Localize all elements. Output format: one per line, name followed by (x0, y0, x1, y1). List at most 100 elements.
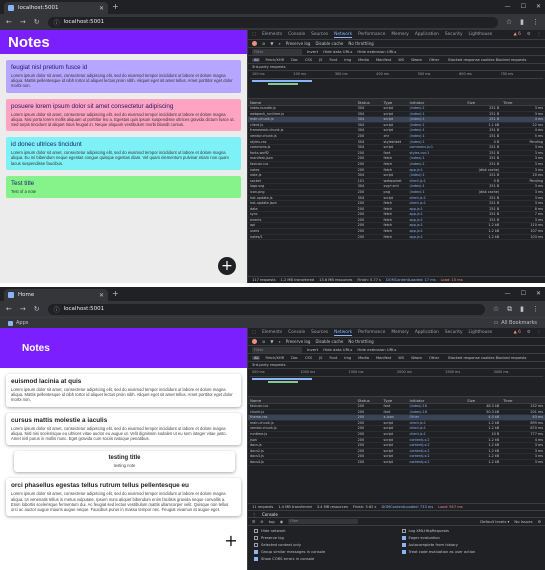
tab-performance[interactable]: Performance (358, 32, 385, 37)
site-info-icon[interactable]: ⓘ (54, 305, 60, 314)
table-cell[interactable]: (index):1 (407, 134, 465, 139)
note-card[interactable]: testing title testing note (14, 451, 235, 473)
table-cell[interactable]: (index):1 (407, 123, 465, 128)
table-cell[interactable]: app.js:1 (407, 229, 465, 234)
table-cell[interactable]: (index):1 (407, 156, 465, 161)
search-icon[interactable]: ⌕ (278, 41, 280, 46)
table-cell[interactable]: client.js:1 (407, 426, 465, 431)
filter-option[interactable]: Hide extension URLs (357, 347, 396, 352)
new-tab-icon[interactable]: + (112, 289, 119, 299)
chip-fetchxhr[interactable]: Fetch/XHR (263, 356, 286, 360)
checkbox[interactable] (254, 529, 258, 533)
console-option[interactable]: Log XMLHttpRequests (401, 528, 540, 534)
table-cell[interactable]: (index):1 (407, 117, 465, 122)
new-tab-icon[interactable]: + (112, 2, 119, 12)
search-icon[interactable]: ⌕ (278, 339, 280, 344)
toolbar-option[interactable]: Disable cache (315, 41, 343, 46)
toolbar-option[interactable]: Disable cache (315, 339, 343, 344)
tab-sources[interactable]: Sources (311, 330, 328, 335)
table-cell[interactable]: commons.js:1 (407, 145, 465, 150)
levels-dropdown[interactable]: Default levels ▾ (480, 519, 509, 524)
context-select[interactable]: top (269, 519, 275, 524)
table-cell[interactable]: app.js:1 (407, 223, 465, 228)
table-cell[interactable]: app.js:1 (407, 235, 465, 240)
table-cell[interactable]: app.js:1 (407, 168, 465, 173)
console-option[interactable]: Autocomplete from history (401, 542, 540, 548)
filter-option[interactable]: Hide data URLs (323, 49, 352, 54)
note-card[interactable]: orci phasellus egestas tellus rutrum tel… (6, 478, 241, 517)
menu-icon[interactable]: ⋮ (532, 18, 539, 26)
chip-doc[interactable]: Doc (289, 356, 300, 360)
console-filter-input[interactable]: Filter (288, 519, 359, 524)
profile-icon[interactable]: ▮ (520, 305, 524, 314)
chip-media[interactable]: Media (356, 58, 371, 62)
filter-input[interactable]: Filter (252, 48, 302, 55)
column-header[interactable]: Time (501, 397, 545, 403)
chip-other[interactable]: Other (427, 58, 441, 62)
table-cell[interactable]: (index):16 (407, 404, 465, 409)
note-card[interactable]: cursus mattis molestie a iaculis Lorem ip… (6, 412, 241, 446)
table-cell[interactable]: (index):16 (407, 410, 465, 415)
tab-network[interactable]: Network (334, 330, 353, 336)
checkbox[interactable] (254, 536, 258, 540)
settings-icon[interactable]: ⚙ (538, 519, 541, 524)
clear-icon[interactable]: ⊘ (262, 41, 265, 46)
table-cell[interactable]: app.js:1 (407, 212, 465, 217)
chip-img[interactable]: Img (342, 58, 353, 62)
table-cell[interactable]: (index):1 (407, 184, 465, 189)
note-card[interactable]: Test title Test of a note (6, 175, 241, 199)
table-cell[interactable]: (index):1 (407, 190, 465, 195)
third-party-toggle[interactable]: 3rd-party requests (248, 64, 545, 71)
chip-js[interactable]: JS (317, 356, 324, 360)
table-cell[interactable]: (index):1 (407, 162, 465, 167)
table-cell[interactable]: contentj.s:2 (407, 454, 465, 459)
minimize-icon[interactable]: — (505, 289, 511, 299)
column-header[interactable]: Size (465, 397, 501, 403)
table-cell[interactable]: contentj.s:2 (407, 460, 465, 465)
table-cell[interactable]: app.js:1 (407, 207, 465, 212)
tab-memory[interactable]: Memory (391, 330, 408, 335)
table-cell[interactable]: contentj.s:2 (407, 449, 465, 454)
console-option[interactable]: Show CORS errors in console (254, 556, 392, 562)
table-cell[interactable]: contentj.s:2 (407, 438, 465, 443)
column-header[interactable]: Initiator (407, 397, 465, 403)
chip-other[interactable]: Other (427, 356, 441, 360)
drawer-menu-icon[interactable]: ⋮ (252, 512, 256, 517)
minimize-icon[interactable]: — (505, 2, 511, 12)
chip-manifest[interactable]: Manifest (374, 356, 393, 360)
chip-js[interactable]: JS (317, 58, 324, 62)
tab-sources[interactable]: Sources (311, 32, 328, 37)
console-option[interactable]: Preserve log (254, 535, 392, 541)
chip-css[interactable]: CSS (303, 356, 314, 360)
note-card[interactable]: id donec ultrices tincidunt Lorem ipsum d… (6, 137, 241, 170)
third-party-toggle[interactable]: 3rd-party requests (248, 362, 545, 369)
table-cell[interactable]: (index):1 (407, 106, 465, 111)
table-cell[interactable]: client.js:1 (407, 201, 465, 206)
console-option[interactable]: Group similar messages in console (254, 549, 392, 555)
add-note-button[interactable]: + (222, 532, 240, 550)
note-card[interactable]: posuere lorem ipsum dolor sit amet conse… (6, 98, 241, 132)
tab-security[interactable]: Security (445, 32, 463, 37)
tab-network[interactable]: Network (334, 32, 353, 38)
filter-icon[interactable]: ▼ (270, 41, 273, 46)
filter-input[interactable]: Filter (252, 346, 302, 353)
inspect-icon[interactable]: ⬚ (252, 32, 256, 37)
chip-font[interactable]: Font (327, 58, 339, 62)
address-bar[interactable]: ⓘ localhost:5001 (47, 16, 498, 28)
browser-tab[interactable]: localhost:5001 ✕ (4, 2, 108, 14)
table-cell[interactable]: (index):1 (407, 112, 465, 117)
chip-all[interactable]: All (252, 355, 261, 360)
blocked-options[interactable]: Blocked response cookies Blocked request… (448, 356, 526, 360)
chip-css[interactable]: CSS (303, 58, 314, 62)
column-header[interactable]: Name (248, 99, 356, 105)
clear-icon[interactable]: ⊘ (262, 339, 265, 344)
note-card[interactable]: euismod lacinia at quis Lorem ipsum dolor… (6, 374, 241, 407)
chip-font[interactable]: Font (327, 356, 339, 360)
toolbar-option[interactable]: Preserve log (286, 41, 311, 46)
warning-badge[interactable]: ▲ 6 (513, 330, 520, 335)
table-cell[interactable]: client.js:1 (407, 421, 465, 426)
filter-option[interactable]: Invert (307, 49, 318, 54)
tab-application[interactable]: Application (415, 32, 439, 37)
checkbox[interactable] (254, 557, 258, 561)
blocked-options[interactable]: Blocked response cookies Blocked request… (448, 58, 526, 62)
